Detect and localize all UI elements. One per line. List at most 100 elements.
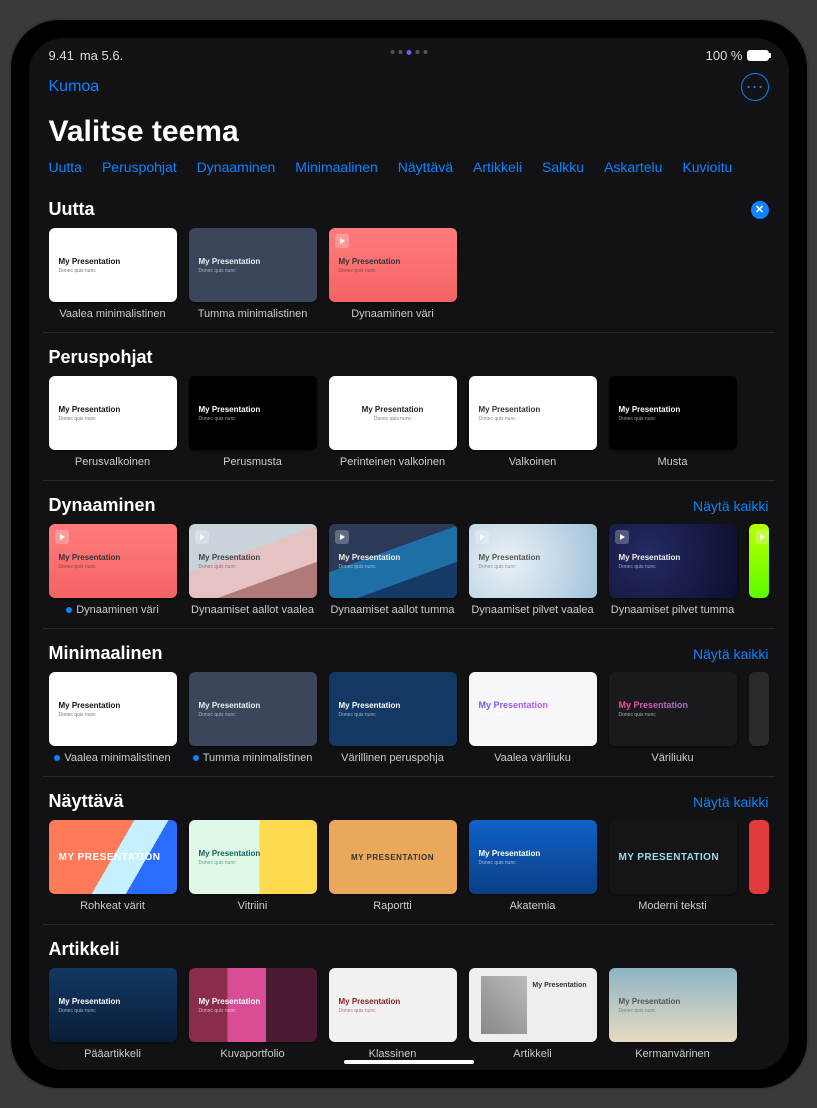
theme-card[interactable]: My PresentationDonec quis nuncMusta bbox=[609, 376, 737, 468]
play-icon bbox=[335, 234, 349, 248]
show-all-link[interactable]: Näytä kaikki bbox=[693, 794, 768, 810]
thumb-subtitle: Donec quis nunc bbox=[199, 564, 317, 570]
theme-card[interactable]: My Presentation Donec quis nunc Valkoinen bbox=[469, 376, 597, 468]
section-nayttava: Näyttävä Näytä kaikki MY PRESENTATIONRoh… bbox=[43, 791, 775, 912]
theme-card[interactable]: My PresentationDonec quis nuncVäriliuku bbox=[609, 672, 737, 764]
theme-card[interactable]: My PresentationDonec quis nuncKlassinen bbox=[329, 968, 457, 1060]
tab-askartelu[interactable]: Askartelu bbox=[604, 159, 662, 175]
theme-card[interactable]: My Presentation Donec quis nunc Vaalea min… bbox=[49, 672, 177, 764]
theme-thumbnail: My PresentationDonec quis nunc bbox=[469, 672, 597, 746]
thumb-title: My Presentation bbox=[59, 701, 177, 710]
theme-card[interactable]: My PresentationDonec quis nuncKuvaportfo… bbox=[189, 968, 317, 1060]
thumb-subtitle: Donec quis nunc bbox=[479, 416, 597, 422]
theme-card[interactable]: My PresentationDonec quis nuncDynaamiset… bbox=[609, 524, 737, 616]
theme-label: Värillinen peruspohja bbox=[329, 752, 457, 764]
tab-salkku[interactable]: Salkku bbox=[542, 159, 584, 175]
section-artikkeli: Artikkeli My PresentationDonec quis nunc… bbox=[43, 939, 775, 1060]
thumb-title: My Presentation bbox=[59, 553, 177, 562]
theme-card[interactable]: My PresentationDonec quis nuncDynaamiset… bbox=[469, 524, 597, 616]
theme-thumbnail bbox=[749, 820, 769, 894]
theme-label: Dynaaminen väri bbox=[49, 604, 177, 616]
theme-card[interactable] bbox=[749, 820, 769, 912]
thumb-subtitle: Donec quis nunc bbox=[199, 416, 317, 422]
thumb-title: MY PRESENTATION bbox=[329, 853, 457, 862]
thumb-title: My Presentation bbox=[199, 701, 317, 710]
theme-card[interactable]: My PresentationDonec quis nuncTumma mini… bbox=[189, 672, 317, 764]
home-indicator[interactable] bbox=[344, 1060, 474, 1064]
thumb-subtitle: Donec quis nunc bbox=[59, 416, 177, 422]
theme-content[interactable]: Uutta ✕ My PresentationDonec quis nuncVa… bbox=[29, 185, 789, 1070]
thumb-title: My Presentation bbox=[199, 849, 317, 858]
theme-thumbnail: My PresentationDonec quis nunc bbox=[329, 672, 457, 746]
theme-card[interactable]: My PresentationDonec quis nuncKermanväri… bbox=[609, 968, 737, 1060]
theme-card[interactable]: My PresentationDonec quis nunc Värillinen… bbox=[329, 672, 457, 764]
thumb-subtitle: Donec quis nunc bbox=[479, 860, 597, 866]
theme-card[interactable]: MY PRESENTATIONRohkeat värit bbox=[49, 820, 177, 912]
theme-label: Vaalea minimalistinen bbox=[49, 752, 177, 764]
theme-card[interactable]: My PresentationDonec quis nuncVitriini bbox=[189, 820, 317, 912]
multitask-dots[interactable] bbox=[390, 50, 427, 55]
show-all-link[interactable]: Näytä kaikki bbox=[693, 498, 768, 514]
show-all-link[interactable]: Näytä kaikki bbox=[693, 646, 768, 662]
theme-label: Vaalea minimalistinen bbox=[49, 308, 177, 320]
theme-card[interactable]: MY PRESENTATION Raportti bbox=[329, 820, 457, 912]
tab-uutta[interactable]: Uutta bbox=[49, 159, 82, 175]
thumb-subtitle: Donec quis nunc bbox=[199, 268, 317, 274]
theme-card[interactable]: My Presentation Donec quis nunc Dynaaminen… bbox=[49, 524, 177, 616]
theme-label: Raportti bbox=[329, 900, 457, 912]
tab-dynaaminen[interactable]: Dynaaminen bbox=[197, 159, 276, 175]
more-options-button[interactable]: ⋯ bbox=[741, 73, 769, 101]
theme-thumbnail: My Presentation Donec quis nunc bbox=[49, 672, 177, 746]
theme-thumbnail: My PresentationDonec quis nunc bbox=[609, 672, 737, 746]
tab-artikkeli[interactable]: Artikkeli bbox=[473, 159, 522, 175]
undo-button[interactable]: Kumoa bbox=[49, 78, 100, 96]
thumb-subtitle: Donec quis nunc bbox=[59, 564, 177, 570]
theme-card[interactable] bbox=[749, 524, 769, 616]
theme-label: Tumma minimalistinen bbox=[189, 752, 317, 764]
theme-label: Kuvaportfolio bbox=[189, 1048, 317, 1060]
tab-näyttävä[interactable]: Näyttävä bbox=[398, 159, 453, 175]
theme-card[interactable]: My PresentationDonec quis nuncDynaamiset… bbox=[189, 524, 317, 616]
theme-card[interactable]: My PresentationDonec quis nuncPerusvalko… bbox=[49, 376, 177, 468]
tab-minimaalinen[interactable]: Minimaalinen bbox=[295, 159, 377, 175]
theme-card[interactable]: My PresentationArtikkeli bbox=[469, 968, 597, 1060]
theme-card[interactable]: My PresentationDonec quis nuncDynaaminen… bbox=[329, 228, 457, 320]
theme-thumbnail: My PresentationDonec quis nunc bbox=[49, 968, 177, 1042]
theme-label: Valkoinen bbox=[469, 456, 597, 468]
theme-card[interactable]: My PresentationDonec quis nuncAkatemia bbox=[469, 820, 597, 912]
dismiss-new-button[interactable]: ✕ bbox=[751, 201, 769, 219]
tab-peruspohjat[interactable]: Peruspohjat bbox=[102, 159, 177, 175]
thumb-title: My Presentation bbox=[199, 997, 317, 1006]
thumb-title: My Presentation bbox=[479, 405, 597, 414]
status-time: 9.41 bbox=[49, 48, 74, 63]
play-icon bbox=[615, 530, 629, 544]
thumb-title: My Presentation bbox=[59, 257, 177, 266]
theme-card[interactable]: MY PRESENTATIONModerni teksti bbox=[609, 820, 737, 912]
theme-card[interactable]: My PresentationDonec quis nuncPääartikke… bbox=[49, 968, 177, 1060]
theme-card[interactable]: My PresentationDonec quis nuncDynaamiset… bbox=[329, 524, 457, 616]
theme-thumbnail: My PresentationDonec quis nunc bbox=[49, 376, 177, 450]
thumb-title: My Presentation bbox=[339, 997, 457, 1006]
theme-thumbnail: My PresentationDonec quis nunc bbox=[329, 524, 457, 598]
theme-thumbnail: My Presentation Donec quis nunc bbox=[189, 524, 317, 598]
theme-thumbnail: My PresentationDonec quis nunc bbox=[189, 820, 317, 894]
play-icon bbox=[475, 530, 489, 544]
thumb-subtitle: Donec quis nunc bbox=[59, 268, 177, 274]
thumb-title: My Presentation bbox=[199, 553, 317, 562]
theme-card[interactable]: My PresentationDonec quis nuncPerinteine… bbox=[329, 376, 457, 468]
theme-label: Perinteinen valkoinen bbox=[329, 456, 457, 468]
theme-label: Moderni teksti bbox=[609, 900, 737, 912]
theme-card[interactable] bbox=[749, 672, 769, 764]
tab-kuvioitu[interactable]: Kuvioitu bbox=[682, 159, 732, 175]
theme-card[interactable]: My PresentationDonec quis nuncTumma mini… bbox=[189, 228, 317, 320]
theme-card[interactable]: My PresentationDonec quis nuncVaalea vär… bbox=[469, 672, 597, 764]
theme-card[interactable]: My PresentationDonec quis nuncPerusmusta bbox=[189, 376, 317, 468]
battery-percent: 100 % bbox=[706, 48, 743, 63]
theme-label: Dynaaminen väri bbox=[329, 308, 457, 320]
thumb-subtitle: Donec quis nunc bbox=[59, 712, 177, 718]
battery-icon bbox=[747, 50, 769, 61]
thumb-title: My Presentation bbox=[339, 701, 457, 710]
theme-card[interactable]: My Presentation Donec quis nunc Vaalea min… bbox=[49, 228, 177, 320]
thumb-subtitle: Donec quis nunc bbox=[339, 564, 457, 570]
section-heading: Artikkeli bbox=[49, 939, 120, 960]
